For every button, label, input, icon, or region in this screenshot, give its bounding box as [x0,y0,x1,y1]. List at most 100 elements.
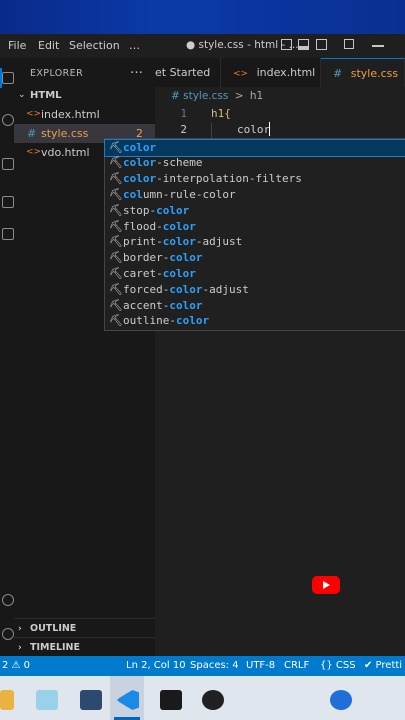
section-outline[interactable]: › OUTLINE [14,618,155,639]
suggestion-match: color [156,203,190,217]
section-timeline[interactable]: › TIMELINE [14,637,155,658]
line-number: 1 [180,107,187,120]
toggle-primary-sidebar-icon[interactable] [281,39,292,50]
explorer-icon[interactable] [2,72,14,84]
menu-file[interactable]: File [8,39,26,52]
suggestion-text: -interpolation-filters [156,172,302,186]
suggestion-text: print- [123,235,163,249]
customize-layout-icon[interactable] [344,39,354,49]
problems-indicator[interactable]: 2 ⚠ 0 [2,656,30,676]
suggestion-text: outline- [123,314,176,328]
account-icon[interactable] [2,594,14,606]
status-bar: 2 ⚠ 0 Ln 2, Col 10 Spaces: 4 UTF-8 CRLF … [0,656,405,676]
suggestion-item[interactable]: ⛏ stop-color [105,203,405,219]
tab-get-started[interactable]: et Started [155,58,221,87]
file-label: style.css [41,127,89,140]
extensions-icon[interactable] [2,228,14,240]
code-line: color [237,123,271,136]
suggestion-item[interactable]: ⛏ color-scheme [105,155,405,171]
css-file-icon: # [333,67,343,80]
terminal-icon[interactable] [160,690,182,710]
property-wrench-icon: ⛏ [109,203,123,217]
encoding[interactable]: UTF-8 [246,656,275,676]
help-icon[interactable] [330,690,352,710]
suggestion-item[interactable]: ⛏ border-color [105,250,405,266]
suggestion-item[interactable]: ⛏ color-interpolation-filters [105,171,405,187]
play-triangle [323,581,330,589]
breadcrumb-separator: > [234,90,244,102]
suggestion-text: border- [123,251,170,265]
suggestion-item[interactable]: ⛏ forced-color-adjust [105,282,405,298]
suggestion-label: print-color-adjust [123,234,242,250]
windows-taskbar [0,676,405,720]
suggestion-item[interactable]: ⛏ flood-color [105,219,405,235]
run-debug-icon[interactable] [2,196,14,208]
app-icon[interactable] [80,690,102,710]
suggestion-label: flood-color [123,219,196,235]
autocomplete-suggestions[interactable]: ⛏ color ⛏ color-scheme ⛏ color-interpolation-… [104,138,405,331]
suggestion-text: caret- [123,266,163,280]
file-label: index.html [41,108,100,121]
html-file-icon: <> [233,69,249,79]
file-index-html[interactable]: <> index.html [14,105,155,124]
suggestion-item[interactable]: ⛏ caret-color [105,266,405,282]
breadcrumb-symbol[interactable]: h1 [250,90,263,102]
explorer-more-actions[interactable]: … [130,62,143,77]
suggestion-match: color [123,172,157,186]
suggestion-label: stop-color [123,203,189,219]
chevron-right-icon: › [18,643,22,653]
desktop-background [0,0,405,34]
suggestion-text: -scheme [156,156,203,170]
settings-gear-icon[interactable] [2,628,14,640]
suggestion-label: caret-color [123,266,196,282]
suggestion-text: forced- [123,282,170,296]
suggestion-match: color [169,298,203,312]
tab-style-css[interactable]: # style.css [321,58,405,87]
suggestion-item[interactable]: ⛏ print-color-adjust [105,234,405,250]
property-wrench-icon: ⛏ [109,172,123,186]
cursor-position[interactable]: Ln 2, Col 10 [126,656,186,676]
text-cursor [269,122,270,136]
suggestion-match: col [123,187,143,201]
suggestion-match: color [123,156,157,170]
property-wrench-icon: ⛏ [109,140,123,154]
search-icon[interactable] [2,114,14,126]
menu-selection[interactable]: Selection [69,39,120,52]
section-label: TIMELINE [30,642,80,653]
suggestion-label: outline-color [123,313,209,329]
property-wrench-icon: ⛏ [109,187,123,201]
menu-more[interactable]: … [129,39,140,52]
suggestion-match: color [175,314,210,328]
breadcrumb: # style.css > h1 [171,90,263,102]
tab-index-html[interactable]: <> index.html [221,58,321,87]
app-icon[interactable] [36,690,58,710]
toggle-secondary-sidebar-icon[interactable] [316,39,327,50]
youtube-play-icon[interactable] [312,576,340,594]
source-control-icon[interactable] [2,158,14,170]
language-mode[interactable]: {} CSS [320,656,356,676]
explorer-title: EXPLORER [30,68,84,79]
obs-icon[interactable] [202,690,224,710]
suggestion-label: forced-color-adjust [123,282,249,298]
indentation[interactable]: Spaces: 4 [190,656,239,676]
property-wrench-icon: ⛏ [109,156,123,170]
suggestion-match: color [169,282,203,296]
file-explorer-icon[interactable] [0,690,14,710]
suggestion-match: color [162,266,196,280]
suggestion-item[interactable]: ⛏ column-rule-color [105,187,405,203]
file-label: vdo.html [41,146,90,159]
folder-html[interactable]: ⌄ HTML [14,86,155,105]
suggestion-item[interactable]: ⛏ accent-color [105,298,405,314]
prettier-status[interactable]: ✔ Pretti [364,656,402,676]
minimize-icon[interactable] [372,45,384,47]
property-wrench-icon: ⛏ [109,251,123,265]
html-file-icon: <> [26,147,42,157]
toggle-panel-icon[interactable] [298,39,309,50]
line-endings[interactable]: CRLF [284,656,309,676]
menu-edit[interactable]: Edit [38,39,59,52]
suggestion-label: color-scheme [123,155,202,171]
suggestion-item[interactable]: ⛏ color [104,138,405,157]
suggestion-item[interactable]: ⛏ outline-color [105,313,405,329]
chevron-down-icon: ⌄ [18,90,26,100]
breadcrumb-file[interactable]: # style.css [171,90,228,102]
